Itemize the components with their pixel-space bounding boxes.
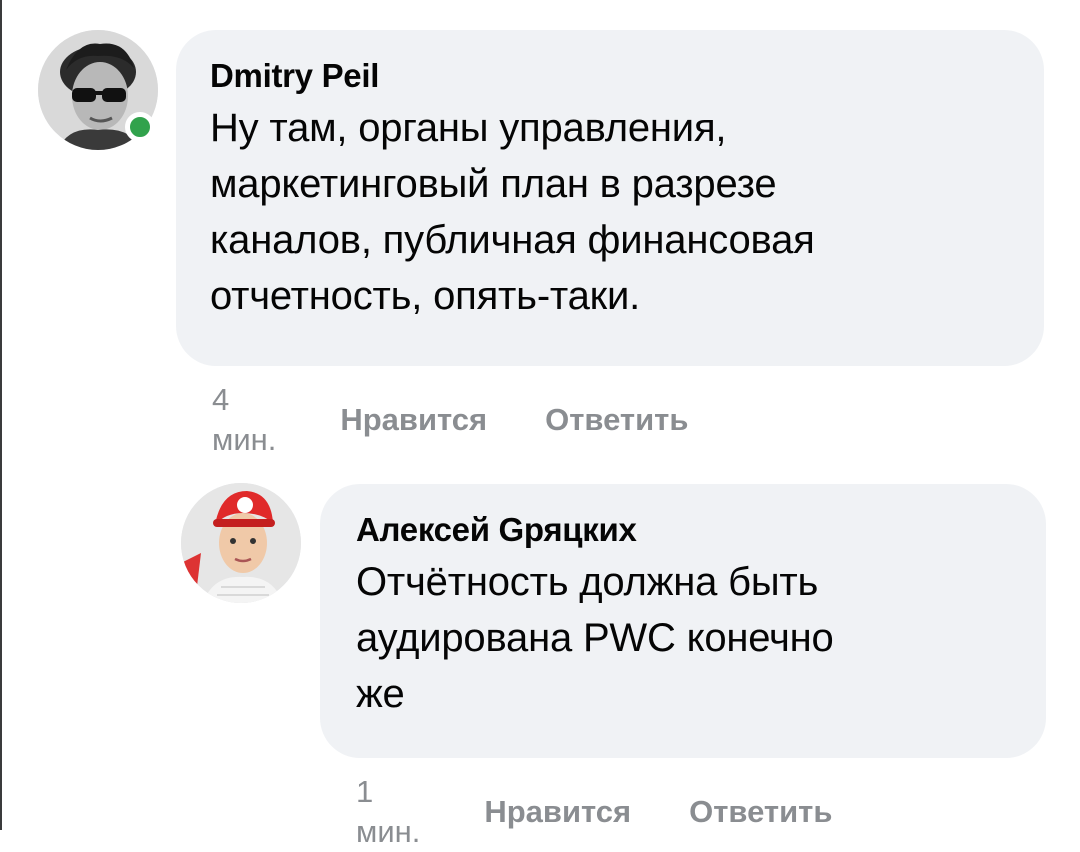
- like-button[interactable]: Нравится: [340, 400, 487, 440]
- comment-text-line: аудирована PWC конечно: [356, 616, 834, 660]
- avatar[interactable]: [181, 483, 301, 603]
- left-edge-divider: [0, 0, 2, 830]
- like-button[interactable]: Нравится: [484, 792, 631, 832]
- comment-text-line: Отчётность должна быть: [356, 560, 819, 604]
- comment-timestamp[interactable]: 4 мин.: [212, 380, 276, 460]
- comment-bubble[interactable]: Алексей Gряцких Отчётность должна быть а…: [320, 484, 1046, 758]
- avatar-photo-icon: [181, 483, 301, 603]
- comment-bubble[interactable]: Dmitry Peil Ну там, органы управления, м…: [176, 30, 1044, 366]
- reply-button[interactable]: Ответить: [545, 400, 688, 440]
- reply-button[interactable]: Ответить: [689, 792, 832, 832]
- comment-timestamp[interactable]: 1 мин.: [356, 772, 420, 852]
- comment-actions: 1 мин. Нравится Ответить: [356, 772, 832, 852]
- comment-author[interactable]: Алексей Gряцких: [356, 510, 1046, 550]
- comment-actions: 4 мин. Нравится Ответить: [212, 380, 688, 460]
- comment-text-line: маркетинговый план в разрезе: [210, 162, 777, 206]
- online-status-dot: [125, 112, 155, 142]
- comment-author[interactable]: Dmitry Peil: [210, 56, 1044, 96]
- comment-text-line: же: [356, 672, 405, 716]
- comment-text-line: каналов, публичная финансовая: [210, 218, 815, 262]
- comment-text-line: отчетность, опять-таки.: [210, 274, 641, 318]
- comment-text-line: Ну там, органы управления,: [210, 106, 727, 150]
